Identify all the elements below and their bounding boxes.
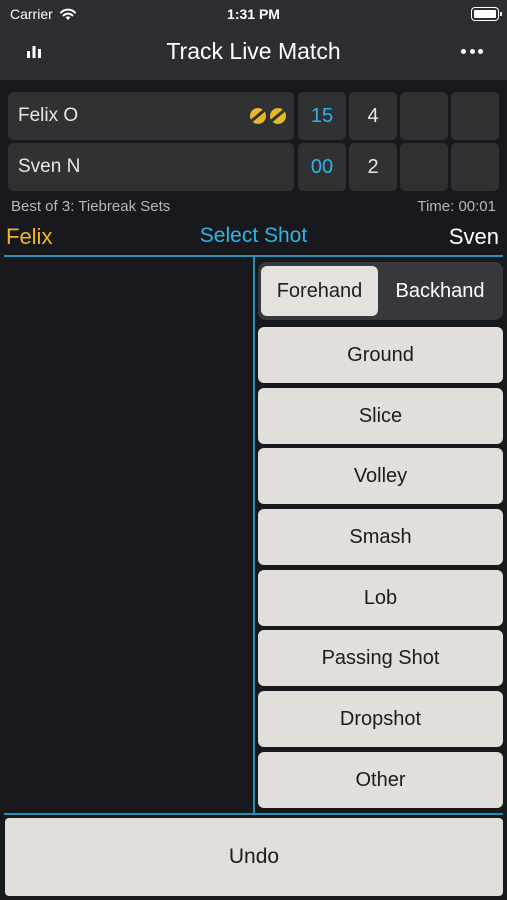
status-bar: Carrier 1:31 PM [0,0,507,28]
shot-slice-button[interactable]: Slice [258,388,503,444]
player-name-cell: Sven N [8,143,294,191]
forehand-option[interactable]: Forehand [261,266,378,316]
player-name: Felix O [18,105,79,126]
player-name-cell: Felix O [8,92,294,140]
serve-indicator [250,108,286,124]
set-2-cell [400,143,448,191]
select-shot-prompt: Select Shot [199,224,308,247]
shot-other-button[interactable]: Other [258,752,503,808]
shot-passing-shot-button[interactable]: Passing Shot [258,630,503,686]
set-1-cell: 2 [349,143,397,191]
set-1-cell: 4 [349,92,397,140]
match-format: Best of 3: Tiebreak Sets [11,198,171,215]
stroke-side-toggle: Forehand Backhand [258,262,503,320]
set-3-cell [451,143,499,191]
more-dot [478,48,483,54]
page-title: Track Live Match [166,38,341,64]
shot-ground-button[interactable]: Ground [258,327,503,383]
court-divider [253,257,255,813]
tennis-ball-icon [270,108,286,124]
backhand-option[interactable]: Backhand [380,266,500,316]
points-cell: 00 [298,143,346,191]
nav-bar: Track Live Match [0,28,507,80]
divider [4,813,503,815]
set-2-cell [400,92,448,140]
shot-dropshot-button[interactable]: Dropshot [258,691,503,747]
set-3-cell [451,92,499,140]
undo-button[interactable]: Undo [5,818,503,896]
more-dot [469,48,475,54]
score-row-player-2: Sven N 00 2 [8,143,500,191]
match-timer: Time: 00:01 [417,198,496,215]
more-dot [461,48,466,54]
shot-volley-button[interactable]: Volley [258,448,503,504]
tennis-ball-icon [250,108,266,124]
score-row-player-1: Felix O 15 4 [8,92,500,140]
status-time: 1:31 PM [227,6,280,22]
shot-smash-button[interactable]: Smash [258,509,503,565]
battery-icon [471,7,502,21]
more-icon[interactable] [461,47,483,55]
shot-lob-button[interactable]: Lob [258,570,503,626]
right-player-label: Sven [448,224,499,249]
points-cell: 15 [298,92,346,140]
player-name: Sven N [18,156,81,177]
